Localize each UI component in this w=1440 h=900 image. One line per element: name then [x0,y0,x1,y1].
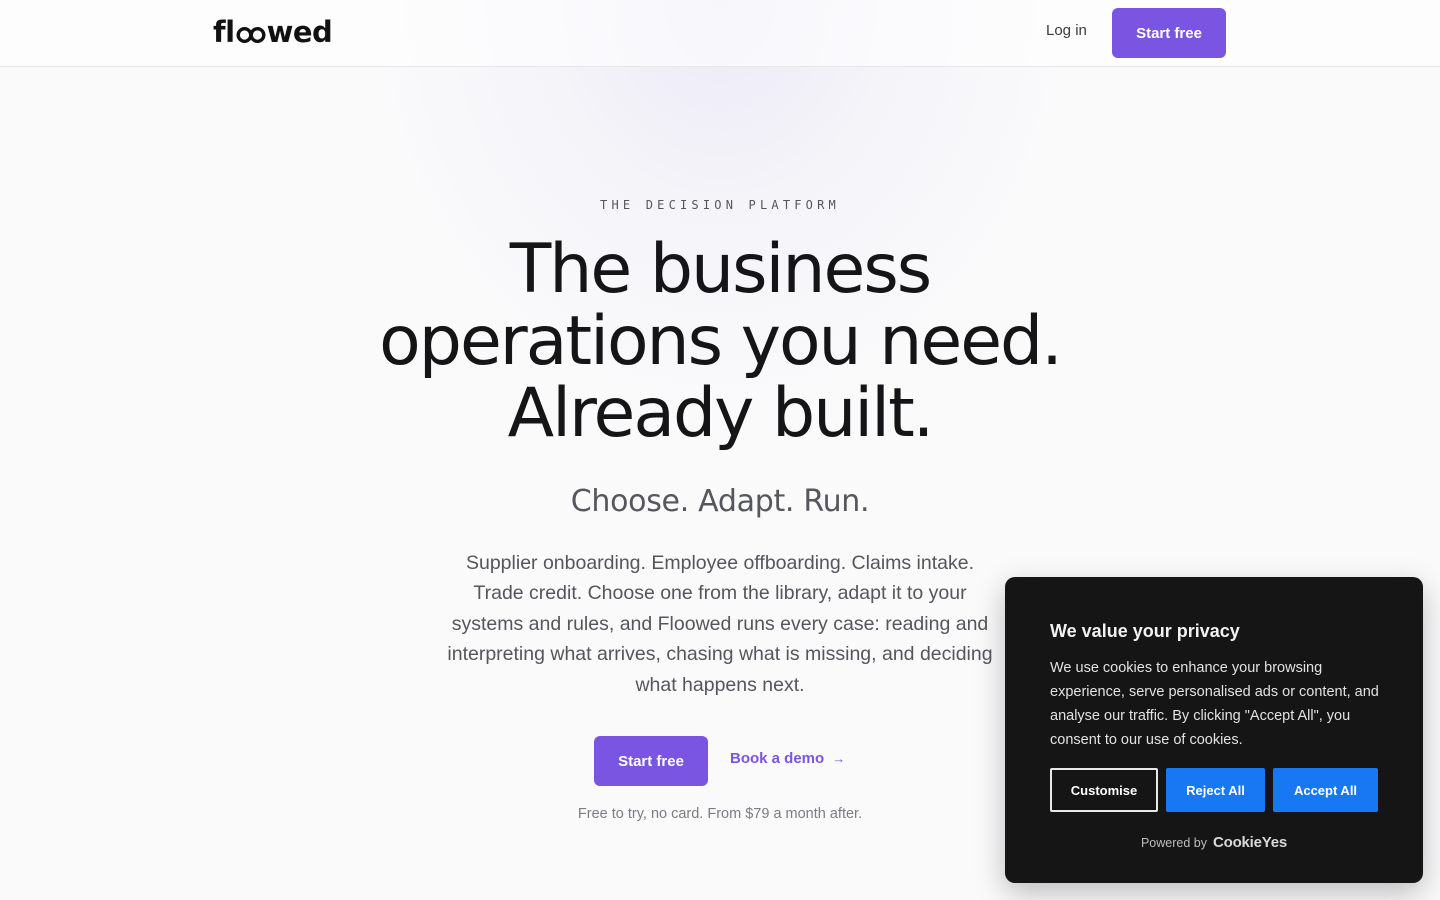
arrow-right-icon: → [832,751,846,766]
cookieyes-logo[interactable]: CookieYes [1213,834,1287,851]
cookie-accept-all-button[interactable]: Accept All [1273,768,1378,812]
book-demo-link[interactable]: Book a demo → [730,750,845,767]
powered-by-label: Powered by [1140,835,1207,850]
hero-start-free-button[interactable]: Start free [594,736,708,786]
cookie-title: We value your privacy [1050,621,1240,641]
cookie-customise-button[interactable]: Customise [1050,768,1158,812]
logo-infinity-icon [236,26,266,44]
top-nav: fl wed Log in Start free [0,0,1440,67]
cookie-body: We use cookies to enhance your browsing … [1050,660,1379,748]
book-demo-label: Book a demo [730,750,825,767]
cookie-powered-by: Powered by CookieYes [1005,834,1423,851]
hero-eyebrow: THE DECISION PLATFORM [600,198,840,212]
cookie-consent-banner: We value your privacy We use cookies to … [1005,577,1423,883]
login-link[interactable]: Log in [1046,22,1087,39]
nav-start-free-button[interactable]: Start free [1112,8,1226,58]
hero-tagline: Choose. Adapt. Run. [570,484,870,519]
hero-headline: The business operations you need. Alread… [379,230,1063,453]
logo-text-prefix: fl [213,15,235,49]
hero-description: Supplier onboarding. Employee offboardin… [447,552,993,696]
cookie-reject-all-button[interactable]: Reject All [1166,768,1265,812]
floowed-logo[interactable]: fl wed [213,15,333,49]
logo-text-suffix: wed [266,15,333,49]
